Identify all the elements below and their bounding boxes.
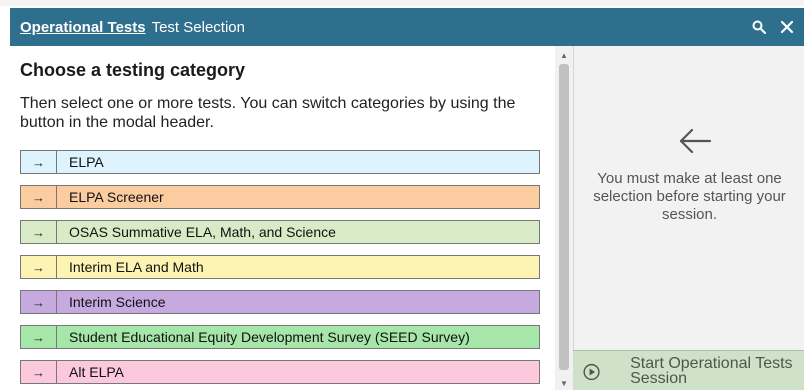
arrow-right-icon: → bbox=[21, 256, 57, 278]
selection-required-message: You must make at least one selection bef… bbox=[593, 170, 786, 223]
arrow-left-icon bbox=[679, 128, 712, 154]
scrollbar-thumb[interactable] bbox=[559, 64, 569, 370]
category-alt-elpa[interactable]: → Alt ELPA bbox=[20, 360, 540, 384]
scroll-down-arrow-icon[interactable]: ▼ bbox=[555, 376, 573, 390]
start-session-button[interactable]: Start Operational Tests Session bbox=[573, 350, 804, 390]
arrow-right-icon: → bbox=[21, 221, 57, 243]
play-circle-icon bbox=[583, 363, 600, 381]
category-label: Interim Science bbox=[69, 294, 166, 310]
header-icons bbox=[748, 8, 804, 46]
category-interim-science[interactable]: → Interim Science bbox=[20, 290, 540, 314]
arrow-right-icon: → bbox=[21, 361, 57, 383]
category-interim-ela-math[interactable]: → Interim ELA and Math bbox=[20, 255, 540, 279]
search-icon[interactable] bbox=[748, 16, 770, 38]
operational-tests-link[interactable]: Operational Tests bbox=[20, 19, 146, 36]
category-osas-summative[interactable]: → OSAS Summative ELA, Math, and Science bbox=[20, 220, 540, 244]
header-subtitle: Test Selection bbox=[151, 18, 245, 36]
scroll-up-arrow-icon[interactable]: ▲ bbox=[555, 48, 573, 62]
page-title: Choose a testing category bbox=[20, 60, 246, 80]
instructions-text: Then select one or more tests. You can s… bbox=[20, 95, 516, 131]
selection-panel: You must make at least one selection bef… bbox=[573, 46, 804, 390]
category-label: Interim ELA and Math bbox=[69, 259, 204, 275]
arrow-right-icon: → bbox=[21, 291, 57, 313]
modal-header: Operational Tests Test Selection bbox=[10, 8, 804, 46]
category-seed-survey[interactable]: → Student Educational Equity Development… bbox=[20, 325, 540, 349]
category-label: Alt ELPA bbox=[69, 364, 124, 380]
category-label: ELPA Screener bbox=[69, 189, 164, 205]
start-session-label: Start Operational Tests Session bbox=[630, 355, 793, 387]
scrollbar[interactable]: ▲ ▼ bbox=[555, 46, 573, 390]
arrow-right-icon: → bbox=[21, 186, 57, 208]
category-label: OSAS Summative ELA, Math, and Science bbox=[69, 224, 336, 240]
category-panel: Choose a testing category Then select on… bbox=[10, 46, 555, 390]
category-elpa[interactable]: → ELPA bbox=[20, 150, 540, 174]
arrow-right-icon: → bbox=[21, 326, 57, 348]
category-elpa-screener[interactable]: → ELPA Screener bbox=[20, 185, 540, 209]
top-edge bbox=[0, 0, 804, 6]
modal-window: Operational Tests Test Selection Choose … bbox=[0, 0, 804, 390]
category-label: ELPA bbox=[69, 154, 104, 170]
category-label: Student Educational Equity Development S… bbox=[69, 329, 470, 345]
arrow-right-icon: → bbox=[21, 151, 57, 173]
close-icon[interactable] bbox=[776, 16, 798, 38]
